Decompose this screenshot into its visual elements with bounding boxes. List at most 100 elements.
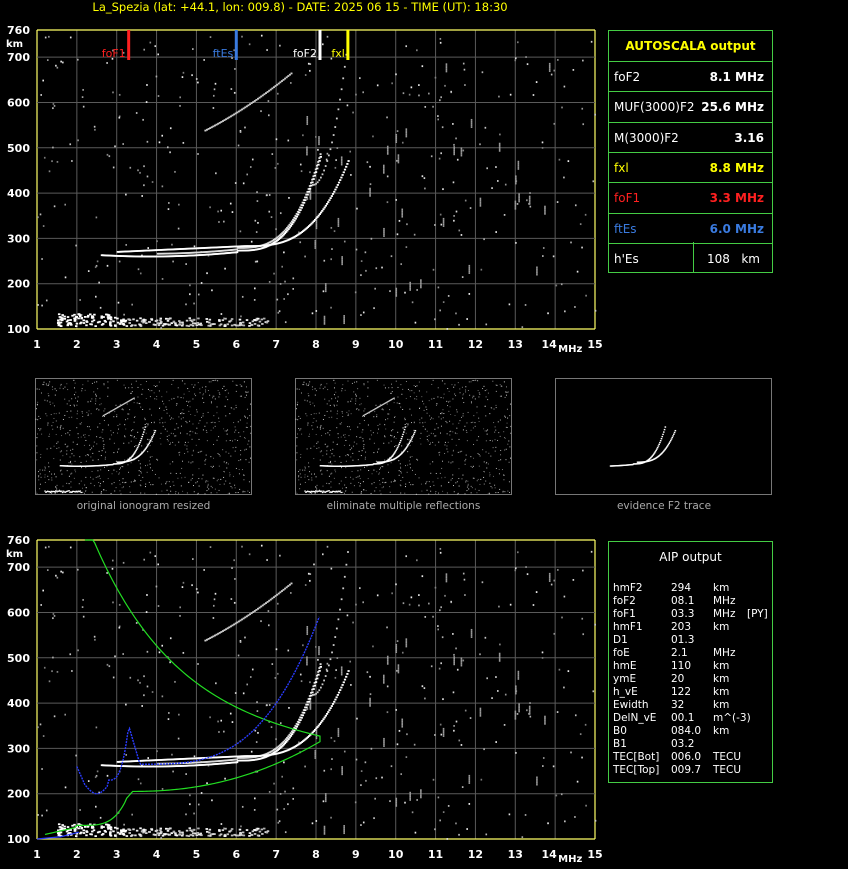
echo-dot: [455, 720, 458, 723]
thumb-noise: [191, 454, 193, 456]
thumb-noise: [38, 475, 40, 477]
thumb-noise: [310, 414, 312, 416]
echo-dot: [151, 691, 154, 693]
thumb-noise: [470, 465, 472, 467]
echo-dot: [312, 178, 315, 180]
thumb-noise: [340, 461, 342, 463]
thumb-noise: [355, 400, 357, 402]
echo-dot: [514, 569, 517, 572]
thumb-noise: [48, 479, 50, 481]
thumb-noise: [335, 397, 337, 399]
thumb-noise: [130, 481, 132, 483]
thumb-noise: [224, 390, 226, 392]
echo-dot: [418, 84, 420, 86]
echo-dot: [548, 66, 551, 69]
thumb-noise: [324, 398, 326, 400]
echo-dot: [452, 123, 454, 125]
echo-dot: [439, 723, 442, 726]
echo-dot: [453, 215, 455, 217]
thumb-noise: [237, 492, 239, 494]
thumb-noise: [176, 403, 178, 405]
thumb-noise: [149, 390, 151, 392]
thumb-noise: [298, 388, 300, 390]
thumb-noise: [125, 481, 127, 483]
echo-dot: [318, 141, 320, 144]
thumb-noise: [497, 421, 499, 423]
thumb-noise: [315, 476, 317, 478]
main-ionogram: 760700600500400300200100km1 2 3 4 5 6 7 8 9 10 11 1…: [6, 24, 603, 355]
echo-dot: [535, 81, 538, 83]
echo-dot: [290, 733, 294, 736]
thumb-noise: [173, 484, 175, 486]
echo-dot: [440, 733, 443, 736]
echo-dot: [112, 601, 114, 604]
echo-dot: [253, 829, 257, 831]
echo-dot: [145, 322, 148, 325]
echo-dot: [233, 559, 235, 562]
thumb-noise: [421, 417, 423, 419]
echo-dot: [504, 693, 507, 696]
thumb-noise: [379, 467, 381, 469]
echo-dot: [197, 317, 200, 320]
echo-dot: [80, 317, 83, 320]
echo-dot: [401, 212, 404, 214]
echo-dot: [548, 62, 551, 65]
echo-dot: [116, 827, 119, 830]
thumb-noise: [298, 471, 300, 473]
echo-dot: [197, 153, 199, 155]
thumb-noise: [118, 428, 120, 430]
echo-dot: [339, 98, 341, 101]
thumb-noise: [433, 397, 435, 399]
echo-dot: [125, 753, 128, 756]
thumb-noise: [134, 479, 136, 481]
thumb-noise: [441, 467, 443, 469]
thumb-noise: [64, 443, 66, 445]
thumb-noise: [75, 471, 77, 473]
thumb-noise: [142, 408, 144, 410]
thumb-noise: [450, 413, 452, 415]
echo-dot: [42, 735, 45, 737]
thumb-noise: [218, 420, 220, 422]
echo-dot: [395, 199, 398, 201]
thumb-noise: [489, 413, 491, 415]
thumb-noise: [445, 420, 447, 422]
thumb-noise: [179, 472, 181, 474]
echo-dot: [382, 168, 385, 171]
thumb-noise: [309, 471, 311, 473]
thumb-noise: [152, 484, 154, 486]
thumb-noise: [44, 466, 46, 468]
echo-dot: [409, 791, 411, 794]
echo-dot: [317, 148, 319, 151]
thumb-noise: [37, 401, 39, 403]
echo-dot: [406, 223, 408, 226]
echo-dot: [48, 35, 50, 38]
thumb-noise: [226, 389, 228, 391]
thumb-noise: [216, 492, 218, 494]
echo-dot: [240, 825, 242, 828]
thumb-noise: [205, 481, 207, 483]
thumb-noise: [48, 395, 50, 397]
echo-dot: [182, 141, 185, 144]
echo-dot: [306, 193, 309, 196]
echo-dot: [437, 286, 440, 289]
thumb-noise: [307, 424, 309, 426]
thumb-noise: [62, 455, 64, 457]
echo-dot: [340, 666, 343, 669]
thumb-noise: [85, 467, 87, 469]
echo-dot: [305, 706, 308, 709]
echo-dot: [185, 834, 189, 837]
thumb-noise: [408, 460, 410, 462]
thumb-noise: [131, 383, 133, 385]
echo-dot: [306, 123, 309, 126]
scaling-marker-fof1: [127, 30, 131, 60]
thumb-noise: [90, 456, 92, 458]
echo-dot: [127, 828, 130, 831]
echo-dot: [313, 563, 315, 566]
thumb-noise: [70, 481, 72, 483]
thumb-noise: [446, 492, 448, 494]
echo-dot: [382, 171, 385, 174]
thumb-noise: [486, 389, 488, 391]
thumb-noise: [62, 418, 64, 420]
echo-dot: [315, 737, 318, 740]
thumb-noise: [123, 442, 125, 444]
